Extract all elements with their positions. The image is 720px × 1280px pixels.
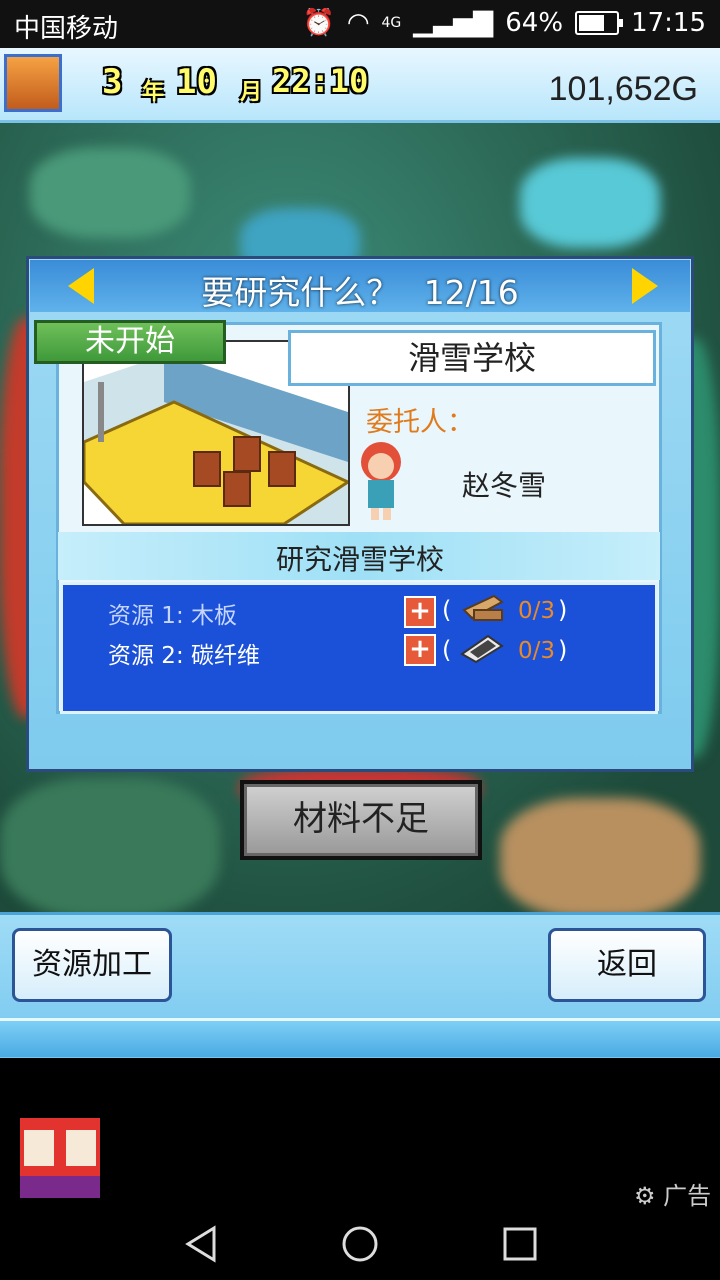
add-resource-2-button[interactable]: + <box>404 634 436 666</box>
dialog-title-text: 要研究什么？ <box>201 273 400 312</box>
wifi-icon: ◠ <box>346 8 370 38</box>
back-button[interactable]: 返回 <box>548 928 706 1002</box>
resource-1-open-paren: ( <box>442 596 452 624</box>
clock: 17:15 <box>631 8 706 38</box>
dialog-title: 要研究什么？ 12/16 <box>0 266 720 314</box>
client-label: 委托人： <box>366 407 474 438</box>
resource-1-close-paren: ) <box>558 596 568 624</box>
resource-2-count: 0/3 <box>518 638 556 664</box>
back-nav-icon[interactable] <box>182 1224 222 1264</box>
ad-tag[interactable]: ⚙ 广告 <box>634 1176 711 1211</box>
ad-settings-icon[interactable]: ⚙ <box>634 1182 656 1210</box>
client-portrait-icon <box>356 440 406 524</box>
month-value: 10 <box>176 62 217 102</box>
year-value: 3 <box>102 62 123 102</box>
month-unit: 月 <box>240 80 263 105</box>
status-icons: ⏰ ◠ 4G ▁▃▅▇ 64% 17:15 <box>302 8 706 38</box>
status-tag: 未开始 <box>34 320 226 364</box>
carbon-fiber-icon <box>460 632 504 664</box>
navigation-bar <box>0 1208 720 1280</box>
resource-row-2-label: 资源 2: 碳纤维 <box>108 643 261 669</box>
signal-icon: ▁▃▅▇ <box>413 8 494 38</box>
add-resource-1-button[interactable]: + <box>404 596 436 628</box>
ad-tag-label: 广告 <box>663 1182 712 1210</box>
resource-2-open-paren: ( <box>442 636 452 664</box>
resource-2-close-paren: ) <box>558 636 568 664</box>
ad-text[interactable]: 看七猫免费小说，轻松赚现金红包! <box>120 1166 505 1202</box>
arrow-right-icon[interactable] <box>632 268 658 304</box>
battery-percent: 64% <box>505 8 564 38</box>
research-label: 研究滑雪学校 <box>275 543 444 576</box>
home-nav-icon[interactable] <box>340 1224 380 1264</box>
ad-image[interactable] <box>20 1118 100 1198</box>
client-name: 赵冬雪 <box>462 469 547 502</box>
resource-processing-button[interactable]: 资源加工 <box>12 928 172 1002</box>
game-clock: 22:10 <box>272 62 369 100</box>
recent-apps-icon[interactable] <box>502 1226 538 1262</box>
alarm-icon: ⏰ <box>302 8 335 38</box>
wood-plank-icon <box>460 592 504 624</box>
item-name: 滑雪学校 <box>288 330 656 386</box>
bottom-stripe <box>0 1018 720 1057</box>
carrier-name: 中国移动 <box>14 14 119 44</box>
resource-1-count: 0/3 <box>518 598 556 624</box>
network-label: 4G <box>381 15 402 31</box>
company-avatar[interactable] <box>4 54 62 112</box>
arrow-left-icon[interactable] <box>68 268 94 304</box>
insufficient-materials-label: 材料不足 <box>244 784 478 856</box>
status-bar: 中国移动 ⏰ ◠ 4G ▁▃▅▇ 64% 17:15 <box>0 0 720 48</box>
page-counter: 12/16 <box>423 273 519 312</box>
insufficient-materials-button[interactable]: 材料不足 <box>240 780 482 860</box>
battery-icon <box>575 11 624 35</box>
money-display: 101,652G <box>548 70 698 108</box>
ad-title[interactable]: 七猫免费小说 <box>120 1124 288 1164</box>
resource-row-1-label: 资源 1: 木板 <box>108 603 238 629</box>
year-unit: 年 <box>142 80 165 105</box>
